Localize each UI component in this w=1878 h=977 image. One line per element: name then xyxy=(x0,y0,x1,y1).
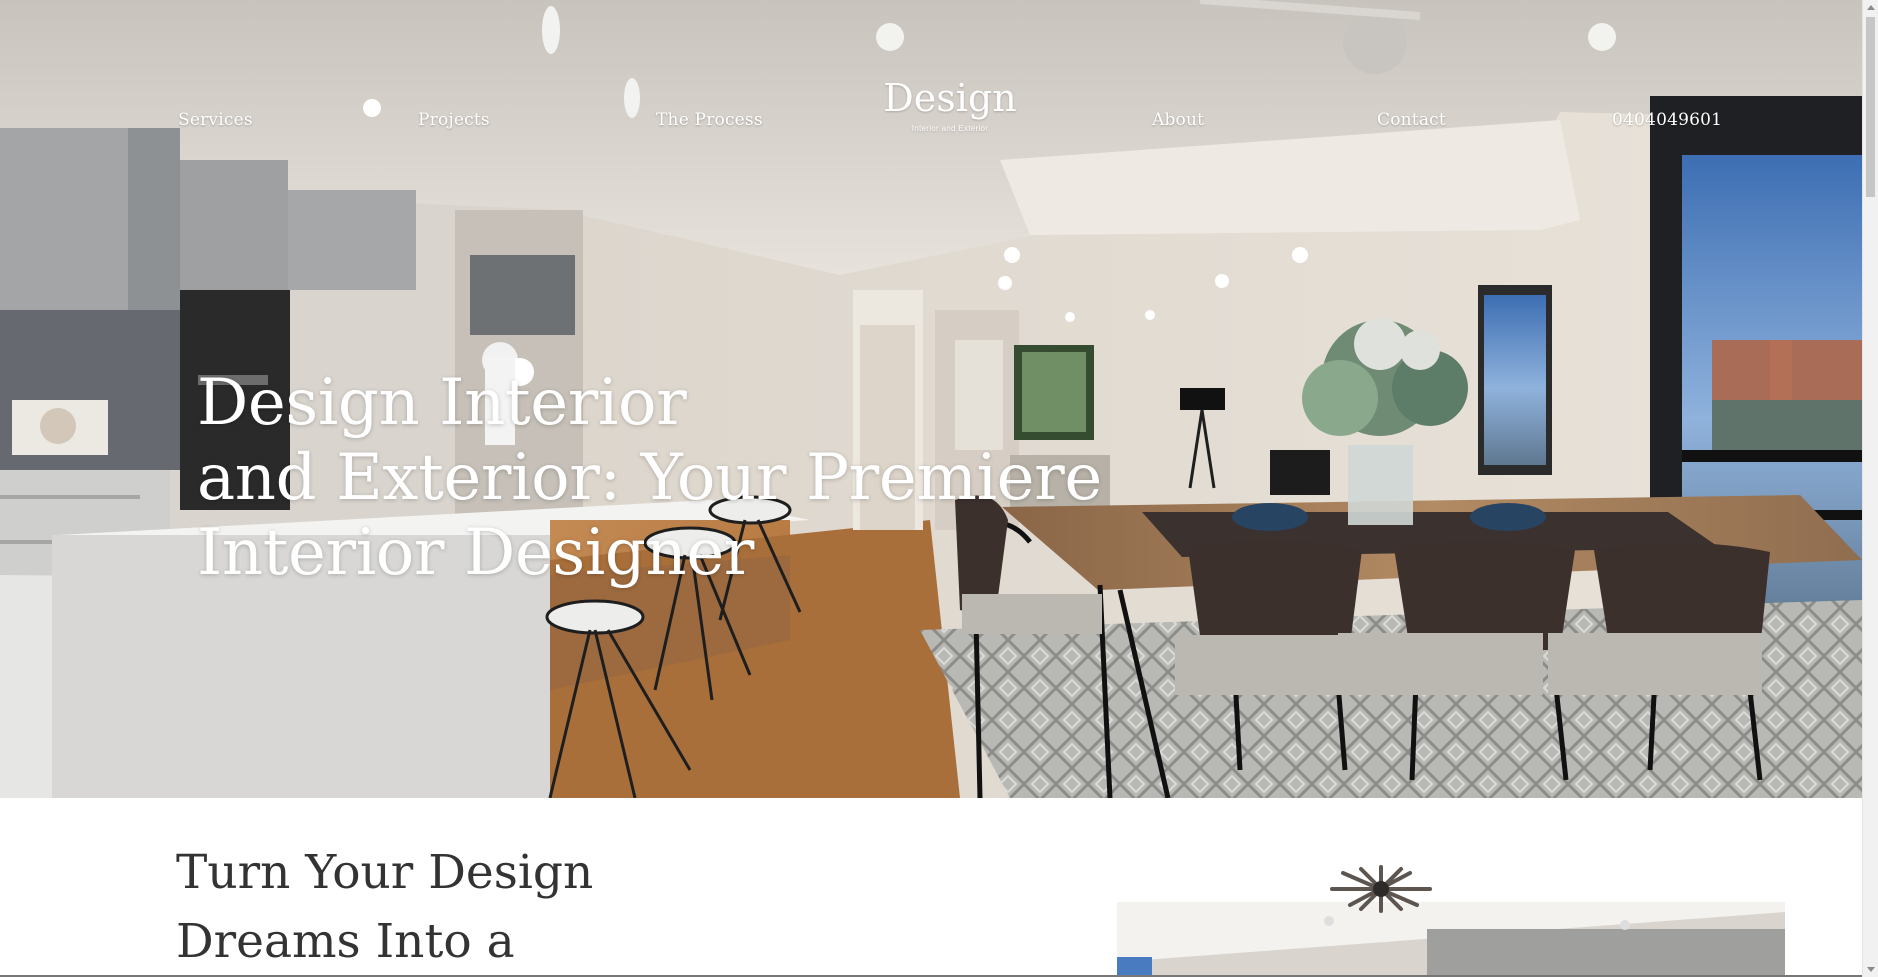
hero-headline: Design Interior and Exterior: Your Premi… xyxy=(197,366,1102,591)
nav-link-about[interactable]: About xyxy=(1152,110,1204,130)
logo-title: Design xyxy=(883,76,1017,120)
nav-link-the-process[interactable]: The Process xyxy=(656,110,763,130)
nav-link-services[interactable]: Services xyxy=(178,110,253,130)
website-page: Services Projects The Process Design Int… xyxy=(0,0,1878,977)
logo-subtitle: Interior and Exterior xyxy=(911,123,989,133)
ceiling-fan-photo xyxy=(1117,847,1785,977)
intro-heading-line-2: Dreams Into a xyxy=(176,914,515,969)
preview-image xyxy=(1117,847,1785,977)
hero-section: Services Projects The Process Design Int… xyxy=(0,0,1862,798)
scroll-down-arrow-icon[interactable] xyxy=(1867,967,1875,972)
vertical-scrollbar[interactable] xyxy=(1862,0,1878,977)
nav-link-projects[interactable]: Projects xyxy=(418,110,490,130)
scroll-up-arrow-icon[interactable] xyxy=(1867,5,1875,10)
hero-headline-line-1: Design Interior xyxy=(197,366,687,440)
intro-heading-line-1: Turn Your Design xyxy=(176,845,594,900)
scrollbar-thumb[interactable] xyxy=(1866,17,1875,197)
site-logo[interactable]: Design Interior and Exterior xyxy=(880,76,1020,133)
nav-link-contact[interactable]: Contact xyxy=(1377,110,1446,130)
nav-phone-number[interactable]: 0404049601 xyxy=(1612,110,1722,130)
intro-heading: Turn Your Design Dreams Into a xyxy=(176,838,593,976)
hero-headline-line-2: and Exterior: Your Premiere xyxy=(197,441,1102,515)
hero-headline-line-3: Interior Designer xyxy=(197,516,754,590)
